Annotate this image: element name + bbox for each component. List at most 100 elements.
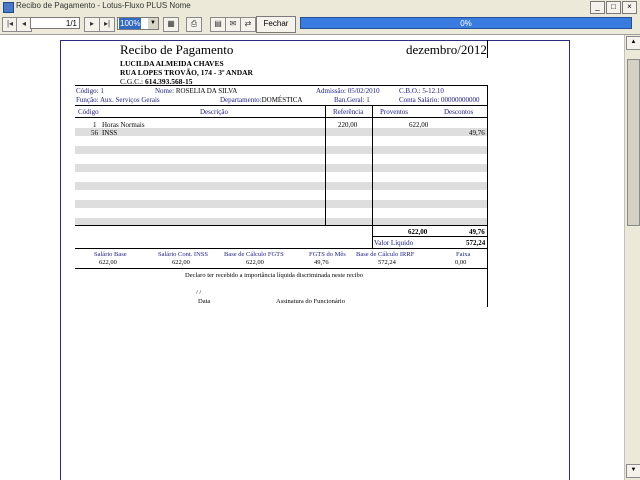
last-page-icon[interactable]: ▸|: [99, 17, 115, 32]
item-row-1-descricao: Horas Normais: [102, 121, 145, 129]
table-top-rule: [75, 105, 487, 106]
codigo-label: Código:: [76, 87, 99, 95]
minimize-button[interactable]: _: [590, 1, 605, 14]
receipt-title: Recibo de Pagamento: [120, 42, 234, 57]
admissao-label: Admissão:: [316, 87, 346, 95]
fechar-button[interactable]: Fechar: [256, 16, 296, 33]
printer-icon[interactable]: ⎙: [186, 17, 202, 32]
scroll-down-icon[interactable]: ▼: [626, 464, 640, 478]
data-label: Data: [198, 298, 211, 305]
col-divider-referencia: [325, 105, 326, 225]
cbo-value: 5-12.10: [422, 87, 444, 95]
base-inss-label: Salário Cont. INSS: [158, 251, 209, 258]
progress-bar: 0%: [300, 17, 632, 29]
table-right-border: [487, 85, 488, 307]
page-number-input[interactable]: 1/1: [30, 17, 80, 29]
app-icon: [3, 2, 14, 13]
zoom-value: 100%: [119, 18, 142, 29]
nome-label: Nome:: [155, 87, 175, 95]
scroll-up-icon[interactable]: ▲: [626, 36, 640, 50]
window-title: Recibo de Pagamento - Lotus-Fluxo PLUS N…: [16, 1, 191, 10]
col-header-proventos: Proventos: [380, 108, 408, 116]
bancario-label: Ban.Geral:: [334, 96, 365, 104]
item-row-2-descontos: 49,76: [469, 129, 485, 137]
item-row-1-referencia: 220,00: [338, 121, 358, 129]
row-stripe: [75, 128, 487, 136]
nome-value: ROSELIA DA SILVA: [175, 87, 238, 95]
valor-liquido-value: 572,24: [466, 239, 486, 247]
base-fgts-label: Base de Cálculo FGTS: [224, 251, 284, 258]
row-stripe: [75, 182, 487, 190]
base-inss-value: 622,00: [172, 259, 190, 266]
maximize-button[interactable]: □: [606, 1, 621, 14]
base-irrf-value: 572,24: [378, 259, 396, 266]
faixa-label: Faixa: [456, 251, 471, 258]
funcao-field: Função: Aux. Serviços Gerais: [76, 96, 160, 104]
fgts-mes-label: FGTS do Mês: [309, 251, 346, 258]
bancario-field: Ban.Geral: 1: [334, 96, 370, 104]
cbo-field: C.B.O.: 5-12.10: [399, 87, 444, 95]
col-divider-proventos: [372, 105, 373, 249]
col-header-referencia: Referência: [333, 108, 364, 116]
receipt-period: dezembro/2012: [406, 42, 487, 57]
chevron-down-icon[interactable]: ▼: [148, 18, 158, 29]
row-stripe: [75, 164, 487, 172]
item-row-2-codigo: 56: [91, 129, 98, 137]
valor-liquido-label: Valor Líquido: [374, 239, 414, 247]
conta-label: Conta Salário:: [399, 96, 440, 104]
codigo-field: Código: 1: [76, 87, 104, 95]
bases-bottom-rule: [75, 268, 487, 269]
col-header-descricao: Descrição: [200, 108, 228, 116]
close-button[interactable]: ×: [622, 1, 637, 14]
base-irrf-label: Base de Cálculo IRRF: [356, 251, 415, 258]
date-slashes: / /: [196, 289, 202, 296]
row-stripe: [75, 200, 487, 208]
email-icon[interactable]: ✉: [225, 17, 241, 32]
assinatura-label: Assinatura do Funcionário: [276, 298, 345, 305]
bancario-value: 1: [366, 96, 370, 104]
nome-field: Nome: ROSELIA DA SILVA: [155, 87, 237, 95]
base-salario-label: Salário Base: [94, 251, 127, 258]
exit-icon[interactable]: ⇄: [240, 17, 256, 32]
departamento-label: Departamento:: [220, 96, 262, 104]
next-page-icon[interactable]: ▸: [84, 17, 100, 32]
export-icon[interactable]: ▤: [210, 17, 226, 32]
faixa-value: 0,00: [455, 259, 467, 266]
preview-toolbar: |◂ ◂ 1/1 ▸ ▸| 100% ▼ ▦ ⎙ ▤ ✉ ⇄ Fechar 0%: [0, 14, 640, 35]
save-icon[interactable]: ▦: [163, 17, 179, 32]
departamento-value: DOMÉSTICA: [261, 96, 303, 104]
row-stripe: [75, 146, 487, 154]
funcao-label: Função:: [76, 96, 99, 104]
departamento-field: Departamento:DOMÉSTICA: [220, 96, 302, 104]
item-row-2-descricao: INSS: [102, 129, 118, 137]
period-divider: [487, 40, 488, 58]
table-header-rule: [75, 117, 487, 118]
employer-address: RUA LOPES TROVÃO, 174 - 3º ANDAR: [120, 68, 253, 77]
header-rule: [75, 85, 487, 86]
fgts-mes-value: 49,76: [314, 259, 329, 266]
base-salario-value: 622,00: [99, 259, 117, 266]
totals-rule: [372, 236, 487, 237]
admissao-value: 05/02/2010: [347, 87, 380, 95]
vertical-scrollbar[interactable]: ▲ ▼: [624, 35, 640, 480]
total-proventos: 622,00: [408, 228, 428, 236]
employer-name: LUCILDA ALMEIDA CHAVES: [120, 59, 224, 68]
conta-field: Conta Salário: 00000000000: [399, 96, 480, 104]
admissao-field: Admissão: 05/02/2010: [316, 87, 380, 95]
zoom-select[interactable]: 100% ▼: [117, 17, 159, 30]
funcao-value: Aux. Serviços Gerais: [99, 96, 160, 104]
codigo-value: 1: [100, 87, 104, 95]
bases-top-rule: [75, 248, 487, 249]
total-descontos: 49,76: [469, 228, 485, 236]
base-fgts-value: 622,00: [246, 259, 264, 266]
conta-value: 00000000000: [441, 96, 480, 104]
declaration-text: Declaro ter recebido a importância líqui…: [185, 272, 363, 279]
col-header-codigo: Código: [78, 108, 99, 116]
col-header-descontos: Descontos: [444, 108, 474, 116]
progress-text: 0%: [460, 19, 472, 28]
item-row-1-codigo: 1: [93, 121, 97, 129]
cbo-label: C.B.O.:: [399, 87, 421, 95]
item-row-1-proventos: 622,00: [409, 121, 429, 129]
table-bottom-rule: [75, 225, 487, 226]
scroll-thumb[interactable]: [627, 59, 640, 226]
